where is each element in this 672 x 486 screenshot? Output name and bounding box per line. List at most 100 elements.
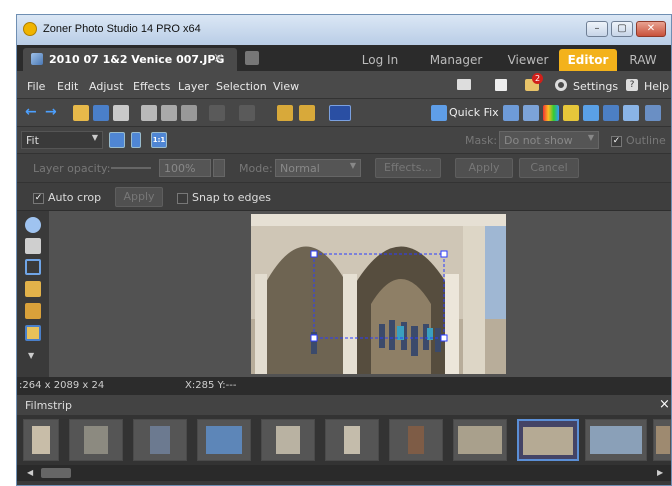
outline-checkbox[interactable]: ✓ Outline	[611, 134, 666, 147]
settings-button[interactable]: Settings	[573, 80, 618, 93]
zoom-tool-icon[interactable]	[25, 217, 41, 233]
close-window-button[interactable]: ✕	[636, 21, 666, 37]
effects-button[interactable]: Effects...	[375, 158, 441, 178]
filmstrip-thumbnail[interactable]	[23, 419, 59, 461]
menu-selection[interactable]: Selection	[216, 80, 267, 93]
hand-tool-icon[interactable]	[25, 238, 41, 254]
zoom-select-value: Fit	[26, 134, 39, 147]
fullscreen-icon[interactable]	[329, 105, 351, 121]
layer-cancel-button[interactable]: Cancel	[519, 158, 579, 178]
monitor-icon[interactable]	[457, 79, 471, 90]
filmstrip-close-icon[interactable]: ×	[659, 397, 670, 412]
tab-editor[interactable]: Editor	[559, 49, 617, 71]
help-button[interactable]: Help	[644, 80, 669, 93]
crop-tool-icon[interactable]	[25, 259, 41, 275]
save-icon[interactable]	[93, 105, 109, 121]
fit-screen-icon[interactable]	[109, 132, 125, 148]
photo-image[interactable]	[251, 214, 506, 374]
crop-options-bar: ✓ Auto crop Apply Snap to edges	[17, 183, 671, 211]
compare-icon[interactable]	[277, 105, 293, 121]
tab-viewer[interactable]: Viewer	[497, 49, 559, 71]
maximize-button[interactable]: ▢	[611, 21, 633, 37]
gear-icon[interactable]	[555, 79, 567, 91]
scroll-left-icon[interactable]: ◀	[27, 468, 33, 477]
levels-icon[interactable]	[503, 105, 519, 121]
filmstrip-thumbnail[interactable]	[133, 419, 187, 461]
checkbox-icon	[177, 192, 188, 204]
editor-canvas[interactable]	[49, 211, 671, 377]
filmstrip	[17, 415, 671, 465]
more-tools-icon[interactable]	[645, 105, 661, 121]
checkbox-icon: ✓	[611, 135, 622, 147]
layer-apply-button[interactable]: Apply	[455, 158, 513, 178]
paste-special-icon[interactable]	[181, 105, 197, 121]
back-arrow-icon[interactable]: ←	[25, 105, 41, 121]
tab-manager[interactable]: Manager	[419, 49, 493, 71]
forward-arrow-icon[interactable]: →	[45, 105, 61, 121]
filmstrip-thumbnail[interactable]	[325, 419, 379, 461]
menu-view[interactable]: View	[273, 80, 299, 93]
mask-label: Mask:	[465, 134, 498, 147]
red-eye-icon[interactable]	[563, 105, 579, 121]
status-bar: :264 x 2089 x 24 X:285 Y:---	[17, 377, 671, 395]
mode-label: Mode:	[239, 162, 273, 175]
tab-login[interactable]: Log In	[355, 49, 405, 71]
opacity-spinner[interactable]	[213, 159, 225, 177]
perspective-tool-icon[interactable]	[25, 303, 41, 319]
filmstrip-scrollbar[interactable]: ◀ ▶	[17, 465, 671, 481]
filmstrip-header: Filmstrip ×	[17, 395, 671, 415]
help-icon[interactable]: ?	[626, 79, 638, 91]
tool-palette: ▼	[17, 211, 49, 377]
fit-height-icon[interactable]	[131, 132, 141, 148]
filmstrip-thumbnail[interactable]	[389, 419, 443, 461]
scroll-right-icon[interactable]: ▶	[657, 468, 663, 477]
filmstrip-thumbnail[interactable]	[653, 419, 671, 461]
filmstrip-thumbnail[interactable]	[585, 419, 647, 461]
paint-icon[interactable]	[623, 105, 639, 121]
quick-fix-icon[interactable]	[431, 105, 447, 121]
zoom-one-to-one-icon[interactable]: 1:1	[151, 132, 167, 148]
curves-icon[interactable]	[523, 105, 539, 121]
quick-fix-button[interactable]: Quick Fix	[449, 106, 499, 119]
menu-edit[interactable]: Edit	[57, 80, 78, 93]
new-tab-icon[interactable]	[245, 51, 259, 65]
redo-icon[interactable]	[239, 105, 255, 121]
menu-layer[interactable]: Layer	[178, 80, 209, 93]
opacity-input[interactable]: 100%	[159, 159, 211, 177]
edit-pencil-icon	[31, 53, 43, 65]
copy-icon[interactable]	[141, 105, 157, 121]
crop-apply-button[interactable]: Apply	[115, 187, 163, 207]
calendar-icon[interactable]	[495, 79, 507, 91]
minimize-button[interactable]: –	[586, 21, 608, 37]
tab-raw[interactable]: RAW	[621, 49, 665, 71]
auto-crop-checkbox[interactable]: ✓ Auto crop	[33, 191, 101, 204]
more-tools-chevron-icon[interactable]: ▼	[28, 351, 34, 360]
snap-to-edges-checkbox[interactable]: Snap to edges	[177, 191, 271, 204]
filmstrip-thumbnail[interactable]	[69, 419, 123, 461]
menu-file[interactable]: File	[27, 80, 45, 93]
document-tab[interactable]: 2010 07 1&2 Venice 007.JPG ×	[23, 48, 237, 71]
opacity-slider[interactable]	[111, 167, 151, 169]
filmstrip-thumbnail[interactable]	[261, 419, 315, 461]
menu-effects[interactable]: Effects	[133, 80, 170, 93]
mask-select[interactable]: Do not show ▼	[499, 131, 599, 149]
window-title: Zoner Photo Studio 14 PRO x64	[43, 23, 201, 35]
blend-mode-select[interactable]: Normal ▼	[275, 159, 361, 177]
color-icon[interactable]	[543, 105, 559, 121]
menu-adjust[interactable]: Adjust	[89, 80, 123, 93]
selection-tool-icon[interactable]	[25, 325, 41, 341]
scrollbar-thumb[interactable]	[41, 468, 71, 478]
filmstrip-thumbnail[interactable]	[197, 419, 251, 461]
filmstrip-thumbnail[interactable]	[453, 419, 507, 461]
undo-icon[interactable]	[209, 105, 225, 121]
compare-split-icon[interactable]	[299, 105, 315, 121]
zoom-select[interactable]: Fit ▼	[21, 131, 103, 149]
print-icon[interactable]	[113, 105, 129, 121]
sharpen-icon[interactable]	[583, 105, 599, 121]
document-tab-close-icon[interactable]: ×	[213, 51, 224, 66]
filmstrip-thumbnail-selected[interactable]	[517, 419, 579, 461]
open-folder-icon[interactable]	[73, 105, 89, 121]
straighten-tool-icon[interactable]	[25, 281, 41, 297]
paste-icon[interactable]	[161, 105, 177, 121]
clone-icon[interactable]	[603, 105, 619, 121]
